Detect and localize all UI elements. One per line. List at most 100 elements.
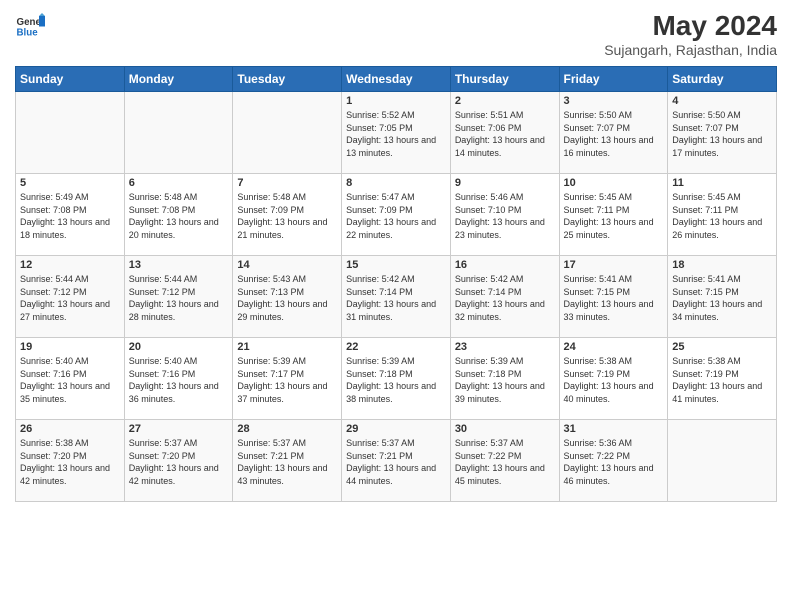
day-number: 12 xyxy=(20,259,120,271)
svg-text:Blue: Blue xyxy=(17,28,39,39)
day-number: 4 xyxy=(672,95,772,107)
day-number: 8 xyxy=(346,177,446,189)
day-info: Sunrise: 5:44 AM Sunset: 7:12 PM Dayligh… xyxy=(20,273,120,323)
day-number: 29 xyxy=(346,423,446,435)
day-cell: 26Sunrise: 5:38 AM Sunset: 7:20 PM Dayli… xyxy=(16,420,125,502)
day-number: 17 xyxy=(564,259,664,271)
calendar-header-row: SundayMondayTuesdayWednesdayThursdayFrid… xyxy=(16,67,777,92)
day-info: Sunrise: 5:50 AM Sunset: 7:07 PM Dayligh… xyxy=(564,109,664,159)
day-number: 31 xyxy=(564,423,664,435)
day-info: Sunrise: 5:39 AM Sunset: 7:17 PM Dayligh… xyxy=(237,355,337,405)
logo-icon: General Blue xyxy=(15,10,45,40)
col-header-monday: Monday xyxy=(124,67,233,92)
day-number: 10 xyxy=(564,177,664,189)
week-row-4: 19 Sunrise: 5:40 AM Sunset: 7:16 PM Dayli… xyxy=(16,338,777,420)
col-header-thursday: Thursday xyxy=(450,67,559,92)
day-info: Sunrise: 5:40 AM Sunset: 7:16 PM Dayligh… xyxy=(20,355,120,405)
day-info: Sunrise: 5:49 AM Sunset: 7:08 PM Dayligh… xyxy=(20,191,120,241)
day-info: Sunrise: 5:43 AM Sunset: 7:13 PM Dayligh… xyxy=(237,273,337,323)
day-info: Sunrise: 5:42 AM Sunset: 7:14 PM Dayligh… xyxy=(346,273,446,323)
day-cell: 22 Sunrise: 5:39 AM Sunset: 7:18 PM Dayli… xyxy=(342,338,451,420)
day-number: 25 xyxy=(672,341,772,353)
day-cell: 7 Sunrise: 5:48 AM Sunset: 7:09 PM Daylig… xyxy=(233,174,342,256)
day-number: 1 xyxy=(346,95,446,107)
day-cell: 18 Sunrise: 5:41 AM Sunset: 7:15 PM Dayli… xyxy=(668,256,777,338)
day-cell: 29Sunrise: 5:37 AM Sunset: 7:21 PM Dayli… xyxy=(342,420,451,502)
day-number: 19 xyxy=(20,341,120,353)
day-info: Sunrise: 5:42 AM Sunset: 7:14 PM Dayligh… xyxy=(455,273,555,323)
day-info: Sunrise: 5:41 AM Sunset: 7:15 PM Dayligh… xyxy=(564,273,664,323)
day-cell: 10 Sunrise: 5:45 AM Sunset: 7:11 PM Dayli… xyxy=(559,174,668,256)
day-info: Sunrise: 5:36 AM Sunset: 7:22 PM Dayligh… xyxy=(564,437,664,487)
header: General Blue May 2024 Sujangarh, Rajasth… xyxy=(15,10,777,58)
location: Sujangarh, Rajasthan, India xyxy=(604,42,777,58)
day-cell xyxy=(16,92,125,174)
day-cell: 31 Sunrise: 5:36 AM Sunset: 7:22 PM Dayli… xyxy=(559,420,668,502)
day-cell xyxy=(233,92,342,174)
week-row-3: 12 Sunrise: 5:44 AM Sunset: 7:12 PM Dayli… xyxy=(16,256,777,338)
col-header-wednesday: Wednesday xyxy=(342,67,451,92)
day-cell xyxy=(124,92,233,174)
day-cell: 1Sunrise: 5:52 AM Sunset: 7:05 PM Daylig… xyxy=(342,92,451,174)
day-info: Sunrise: 5:38 AM Sunset: 7:19 PM Dayligh… xyxy=(564,355,664,405)
day-cell: 28 Sunrise: 5:37 AM Sunset: 7:21 PM Dayli… xyxy=(233,420,342,502)
day-number: 18 xyxy=(672,259,772,271)
col-header-saturday: Saturday xyxy=(668,67,777,92)
day-info: Sunrise: 5:45 AM Sunset: 7:11 PM Dayligh… xyxy=(564,191,664,241)
day-info: Sunrise: 5:48 AM Sunset: 7:08 PM Dayligh… xyxy=(129,191,229,241)
day-cell: 25 Sunrise: 5:38 AM Sunset: 7:19 PM Dayli… xyxy=(668,338,777,420)
day-number: 14 xyxy=(237,259,337,271)
day-info: Sunrise: 5:38 AM Sunset: 7:19 PM Dayligh… xyxy=(672,355,772,405)
month-title: May 2024 xyxy=(604,10,777,42)
day-number: 30 xyxy=(455,423,555,435)
day-cell: 21 Sunrise: 5:39 AM Sunset: 7:17 PM Dayli… xyxy=(233,338,342,420)
day-info: Sunrise: 5:39 AM Sunset: 7:18 PM Dayligh… xyxy=(346,355,446,405)
day-info: Sunrise: 5:46 AM Sunset: 7:10 PM Dayligh… xyxy=(455,191,555,241)
day-number: 24 xyxy=(564,341,664,353)
day-info: Sunrise: 5:45 AM Sunset: 7:11 PM Dayligh… xyxy=(672,191,772,241)
page: General Blue May 2024 Sujangarh, Rajasth… xyxy=(0,0,792,612)
day-number: 20 xyxy=(129,341,229,353)
day-number: 22 xyxy=(346,341,446,353)
day-info: Sunrise: 5:38 AM Sunset: 7:20 PM Dayligh… xyxy=(20,437,120,487)
day-info: Sunrise: 5:37 AM Sunset: 7:21 PM Dayligh… xyxy=(237,437,337,487)
day-info: Sunrise: 5:37 AM Sunset: 7:22 PM Dayligh… xyxy=(455,437,555,487)
day-info: Sunrise: 5:47 AM Sunset: 7:09 PM Dayligh… xyxy=(346,191,446,241)
day-cell: 16Sunrise: 5:42 AM Sunset: 7:14 PM Dayli… xyxy=(450,256,559,338)
day-number: 21 xyxy=(237,341,337,353)
day-number: 23 xyxy=(455,341,555,353)
day-number: 28 xyxy=(237,423,337,435)
day-number: 27 xyxy=(129,423,229,435)
day-info: Sunrise: 5:50 AM Sunset: 7:07 PM Dayligh… xyxy=(672,109,772,159)
day-cell: 20 Sunrise: 5:40 AM Sunset: 7:16 PM Dayli… xyxy=(124,338,233,420)
week-row-5: 26Sunrise: 5:38 AM Sunset: 7:20 PM Dayli… xyxy=(16,420,777,502)
col-header-friday: Friday xyxy=(559,67,668,92)
col-header-tuesday: Tuesday xyxy=(233,67,342,92)
day-cell: 15 Sunrise: 5:42 AM Sunset: 7:14 PM Dayli… xyxy=(342,256,451,338)
day-cell: 2Sunrise: 5:51 AM Sunset: 7:06 PM Daylig… xyxy=(450,92,559,174)
day-number: 13 xyxy=(129,259,229,271)
calendar-table: SundayMondayTuesdayWednesdayThursdayFrid… xyxy=(15,66,777,502)
day-number: 11 xyxy=(672,177,772,189)
day-number: 3 xyxy=(564,95,664,107)
day-cell: 23Sunrise: 5:39 AM Sunset: 7:18 PM Dayli… xyxy=(450,338,559,420)
day-info: Sunrise: 5:40 AM Sunset: 7:16 PM Dayligh… xyxy=(129,355,229,405)
day-cell: 17 Sunrise: 5:41 AM Sunset: 7:15 PM Dayli… xyxy=(559,256,668,338)
day-info: Sunrise: 5:48 AM Sunset: 7:09 PM Dayligh… xyxy=(237,191,337,241)
day-cell: 12 Sunrise: 5:44 AM Sunset: 7:12 PM Dayli… xyxy=(16,256,125,338)
day-info: Sunrise: 5:44 AM Sunset: 7:12 PM Dayligh… xyxy=(129,273,229,323)
day-cell: 27Sunrise: 5:37 AM Sunset: 7:20 PM Dayli… xyxy=(124,420,233,502)
week-row-1: 1Sunrise: 5:52 AM Sunset: 7:05 PM Daylig… xyxy=(16,92,777,174)
day-number: 7 xyxy=(237,177,337,189)
day-number: 5 xyxy=(20,177,120,189)
day-info: Sunrise: 5:41 AM Sunset: 7:15 PM Dayligh… xyxy=(672,273,772,323)
day-number: 15 xyxy=(346,259,446,271)
day-number: 6 xyxy=(129,177,229,189)
day-cell: 4 Sunrise: 5:50 AM Sunset: 7:07 PM Daylig… xyxy=(668,92,777,174)
day-number: 2 xyxy=(455,95,555,107)
day-cell: 9 Sunrise: 5:46 AM Sunset: 7:10 PM Daylig… xyxy=(450,174,559,256)
col-header-sunday: Sunday xyxy=(16,67,125,92)
day-number: 9 xyxy=(455,177,555,189)
day-cell: 19 Sunrise: 5:40 AM Sunset: 7:16 PM Dayli… xyxy=(16,338,125,420)
week-row-2: 5 Sunrise: 5:49 AM Sunset: 7:08 PM Daylig… xyxy=(16,174,777,256)
